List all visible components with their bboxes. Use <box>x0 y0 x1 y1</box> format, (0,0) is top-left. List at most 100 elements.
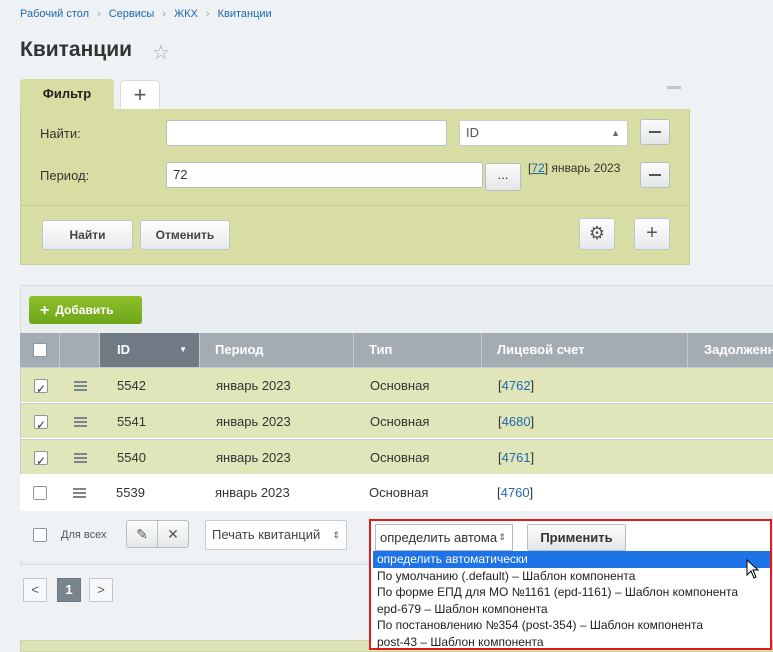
find-field-select[interactable]: ID ▲ <box>459 120 628 146</box>
select-all-checkbox[interactable] <box>33 343 47 357</box>
period-link[interactable]: 72 <box>531 161 544 175</box>
row-account-link[interactable]: 4762 <box>502 378 531 393</box>
close-icon: ✕ <box>167 526 179 542</box>
add-button[interactable]: + Добавить <box>29 296 142 324</box>
minus-icon <box>649 173 661 176</box>
template-select[interactable]: определить автома ⇕ <box>375 524 513 551</box>
pencil-icon: ✎ <box>136 526 148 542</box>
row-menu-icon[interactable] <box>74 381 87 391</box>
row-account-link[interactable]: 4761 <box>502 450 531 465</box>
receipts-table: ID ▼ Период Тип Лицевой счет Задолженн 55… <box>20 333 773 511</box>
sort-desc-icon: ▼ <box>179 345 187 354</box>
delete-button[interactable]: ✕ <box>157 520 189 548</box>
table-header: ID ▼ Период Тип Лицевой счет Задолженн <box>20 333 773 367</box>
find-button[interactable]: Найти <box>42 220 133 250</box>
column-header-account[interactable]: Лицевой счет <box>482 333 688 367</box>
add-field-button[interactable]: + <box>634 218 670 250</box>
print-select[interactable]: Печать квитанций ⇕ <box>205 520 347 550</box>
pager-prev-button[interactable]: < <box>23 578 47 602</box>
period-input[interactable]: 72 <box>166 162 483 188</box>
edit-button[interactable]: ✎ <box>126 520 158 548</box>
find-field-select-value: ID <box>466 125 479 140</box>
table-row[interactable]: 5542 январь 2023 Основная [4762] <box>20 367 773 403</box>
template-options-list: определить автоматически По умолчанию (.… <box>373 551 770 650</box>
template-option[interactable]: определить автоматически <box>373 551 770 568</box>
filter-settings-button[interactable]: ⚙ <box>579 218 615 250</box>
column-header-id[interactable]: ID ▼ <box>100 333 200 367</box>
row-type: Основная <box>370 414 430 429</box>
apply-button[interactable]: Применить <box>527 524 626 551</box>
template-option[interactable]: По форме ЕПД для МО №1161 (epd-1161) – Ш… <box>373 584 770 601</box>
template-option[interactable]: По постановлению №354 (post-354) – Шабло… <box>373 617 770 634</box>
row-period: январь 2023 <box>216 378 291 393</box>
column-id-label: ID <box>117 342 130 357</box>
row-account: [4760] <box>497 485 534 500</box>
row-account-link[interactable]: 4680 <box>502 414 531 429</box>
template-option[interactable]: epd-679 – Шаблон компонента <box>373 601 770 618</box>
tab-filter[interactable]: Фильтр <box>20 79 114 111</box>
table-row[interactable]: 5541 январь 2023 Основная [4680] <box>20 403 773 439</box>
mouse-cursor-icon <box>746 559 760 579</box>
row-type: Основная <box>370 450 430 465</box>
row-period: январь 2023 <box>215 485 290 500</box>
pager-page-current[interactable]: 1 <box>57 578 81 602</box>
period-text: январь 2023 <box>551 161 621 175</box>
template-option[interactable]: post-43 – Шаблон компонента <box>373 634 770 651</box>
column-header-debt[interactable]: Задолженн <box>688 333 773 367</box>
period-description: [72] январь 2023 <box>528 161 621 175</box>
breadcrumb-item-receipts[interactable]: Квитанции <box>218 8 272 20</box>
for-all-checkbox[interactable] <box>33 528 47 542</box>
row-checkbox[interactable] <box>33 486 47 500</box>
row-menu-icon[interactable] <box>74 417 87 427</box>
template-select-dropdown: определить автома ⇕ Применить определить … <box>369 519 772 650</box>
row-menu-icon[interactable] <box>73 488 86 498</box>
row-type: Основная <box>370 378 430 393</box>
table-row[interactable]: 5539 январь 2023 Основная [4760] <box>20 475 773 511</box>
row-id-link[interactable]: 5539 <box>116 475 145 511</box>
minus-icon <box>649 130 661 133</box>
pager-next-button[interactable]: > <box>89 578 113 602</box>
row-checkbox[interactable] <box>34 449 48 473</box>
row-id-link[interactable]: 5540 <box>117 440 146 476</box>
page-title: Квитанции <box>20 38 133 61</box>
plus-icon: + <box>40 302 50 319</box>
row-checkbox[interactable] <box>34 413 48 437</box>
updown-icon: ▲ <box>611 128 620 138</box>
plus-icon: + <box>646 222 658 244</box>
row-period: январь 2023 <box>216 414 291 429</box>
star-icon[interactable]: ☆ <box>152 40 170 65</box>
column-header-period[interactable]: Период <box>200 333 354 367</box>
print-select-value: Печать квитанций <box>212 527 321 542</box>
row-id-link[interactable]: 5541 <box>117 404 146 440</box>
row-type: Основная <box>369 485 429 500</box>
cancel-button[interactable]: Отменить <box>140 220 230 250</box>
remove-period-row-button[interactable] <box>640 162 670 188</box>
gear-icon: ⚙ <box>588 223 606 243</box>
updown-icon: ⇕ <box>498 532 506 542</box>
add-button-label: Добавить <box>55 303 114 317</box>
remove-find-row-button[interactable] <box>640 119 670 145</box>
column-header-type[interactable]: Тип <box>354 333 482 367</box>
add-filter-tab-button[interactable]: + <box>120 80 160 110</box>
find-label: Найти: <box>40 126 81 141</box>
breadcrumb-item-desktop[interactable]: Рабочий стол <box>20 8 89 20</box>
breadcrumb: Рабочий стол › Сервисы › ЖКХ › Квитанции <box>20 8 272 20</box>
find-input[interactable] <box>166 120 447 146</box>
row-account-link[interactable]: 4760 <box>501 485 530 500</box>
row-menu-icon[interactable] <box>74 453 87 463</box>
row-period: январь 2023 <box>216 450 291 465</box>
breadcrumb-item-services[interactable]: Сервисы <box>109 8 155 20</box>
period-picker-button[interactable]: ... <box>485 163 521 191</box>
collapse-icon[interactable] <box>667 86 681 89</box>
header-select-all <box>20 333 60 367</box>
row-id-link[interactable]: 5542 <box>117 368 146 404</box>
header-actions <box>60 333 100 367</box>
row-checkbox[interactable] <box>34 377 48 401</box>
period-label: Период: <box>40 168 90 183</box>
template-select-value: определить автома <box>380 530 498 545</box>
breadcrumb-item-housing[interactable]: ЖКХ <box>174 8 198 20</box>
row-account: [4680] <box>498 414 535 429</box>
template-option[interactable]: По умолчанию (.default) – Шаблон компоне… <box>373 568 770 585</box>
chevron-right-icon: › <box>205 8 210 20</box>
table-row[interactable]: 5540 январь 2023 Основная [4761] <box>20 439 773 475</box>
